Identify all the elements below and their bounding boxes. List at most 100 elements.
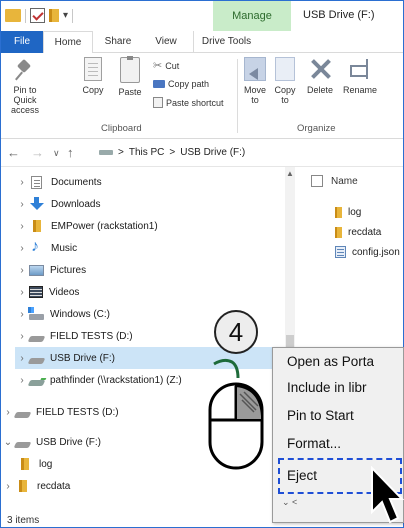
recent-locations-icon[interactable]: ∨ — [53, 148, 60, 159]
tab-file[interactable]: File — [1, 31, 43, 53]
chevron-right-icon[interactable]: › — [15, 331, 29, 342]
forward-arrow-icon[interactable]: → — [31, 145, 44, 160]
file-name: log — [348, 206, 362, 218]
chevron-right-icon[interactable]: › — [15, 265, 29, 276]
folder-icon — [5, 9, 21, 22]
breadcrumb-separator: > — [169, 147, 176, 158]
tab-home[interactable]: Home — [43, 31, 93, 54]
rename-button[interactable]: Rename — [341, 57, 379, 95]
nav-item-log[interactable]: log — [17, 453, 217, 475]
window-title: USB Drive (F:) — [303, 9, 375, 21]
delete-label: Delete — [306, 85, 333, 95]
folder-icon — [19, 480, 27, 492]
breadcrumb-usb-drive[interactable]: USB Drive (F:) — [180, 147, 245, 158]
copy-path-label: Copy path — [168, 79, 210, 89]
documents-icon — [31, 175, 42, 189]
nav-item-videos[interactable]: › Videos — [15, 281, 285, 303]
pin-to-quick-access-button[interactable]: Pin to Quick access — [3, 57, 47, 115]
paste-shortcut-label: Paste shortcut — [166, 97, 224, 108]
menu-item-pin-to-start[interactable]: Pin to Start — [287, 404, 354, 428]
chevron-right-icon[interactable]: › — [15, 375, 29, 386]
nav-item-music[interactable]: › Music — [15, 237, 285, 259]
nav-item-pictures[interactable]: › Pictures — [15, 259, 285, 281]
menu-item-format[interactable]: Format... — [287, 432, 341, 456]
toolbar-divider — [72, 8, 74, 23]
scissors-icon: ✂ — [153, 60, 163, 72]
chevron-right-icon[interactable]: › — [15, 243, 29, 254]
pin-to-quick-access-label: Pin to Quick access — [10, 85, 39, 115]
chevron-right-icon[interactable]: › — [15, 177, 29, 188]
tab-view[interactable]: View — [141, 31, 191, 53]
chevron-right-icon[interactable]: › — [1, 407, 15, 418]
nav-item-downloads[interactable]: › Downloads — [15, 193, 285, 215]
chevron-right-icon[interactable]: › — [15, 221, 29, 232]
scroll-up-icon[interactable]: ▲ — [285, 169, 295, 178]
customize-toolbar-dropdown-icon[interactable]: ▾ — [63, 10, 68, 21]
move-to-button[interactable]: Move to — [241, 57, 269, 105]
nav-item-recdata[interactable]: › recdata — [1, 475, 201, 497]
usb-drive-icon — [27, 357, 46, 364]
breadcrumb-this-pc[interactable]: This PC — [129, 147, 165, 158]
chevron-right-icon[interactable]: › — [1, 481, 15, 492]
back-arrow-icon[interactable]: ← — [7, 145, 20, 160]
delete-button[interactable]: Delete — [303, 57, 337, 95]
file-item-log[interactable]: log — [335, 203, 361, 221]
drive-icon — [13, 411, 32, 418]
copy-to-button[interactable]: Copy to — [271, 57, 299, 105]
properties-check-icon[interactable] — [30, 8, 45, 23]
copy-path-button[interactable]: Copy path — [153, 79, 209, 89]
nav-item-label: USB Drive (F:) — [36, 436, 101, 448]
chevron-right-icon[interactable]: › — [15, 287, 29, 298]
tab-share[interactable]: Share — [97, 31, 139, 53]
nav-item-label: recdata — [37, 480, 71, 492]
name-column-label: Name — [331, 175, 358, 187]
cut-button[interactable]: ✂ Cut — [153, 59, 179, 72]
file-item-recdata[interactable]: recdata — [335, 223, 381, 241]
nav-item-empower[interactable]: › EMPower (rackstation1) — [15, 215, 285, 237]
up-arrow-icon[interactable]: ↑ — [67, 145, 74, 160]
paste-shortcut-button[interactable]: Paste shortcut — [153, 97, 224, 108]
breadcrumb[interactable]: > This PC > USB Drive (F:) — [99, 147, 245, 158]
chevron-right-icon[interactable]: › — [15, 353, 29, 364]
nav-item-label: Pictures — [50, 264, 87, 276]
step-number-badge: 4 — [214, 310, 258, 354]
copy-button[interactable]: Copy — [79, 57, 107, 95]
new-folder-icon[interactable] — [49, 9, 59, 22]
copy-to-icon — [275, 57, 295, 81]
toolbar-divider — [25, 8, 26, 23]
breadcrumb-separator: > — [118, 147, 124, 158]
copy-to-label: Copy to — [274, 85, 296, 105]
copy-icon — [84, 57, 102, 81]
usb-drive-icon — [99, 150, 113, 155]
file-item-config-json[interactable]: config.json — [335, 243, 400, 261]
nav-item-label: Videos — [49, 286, 80, 298]
menu-item-include-in-library[interactable]: Include in libr — [287, 376, 367, 400]
manage-context-tab[interactable]: Manage — [213, 1, 291, 31]
downloads-icon — [29, 197, 45, 211]
tab-drive-tools[interactable]: Drive Tools — [193, 31, 259, 53]
nav-item-label: Downloads — [51, 198, 101, 210]
paste-button[interactable]: Paste — [115, 56, 145, 97]
paste-icon — [120, 56, 140, 83]
copy-path-icon — [153, 80, 165, 88]
folder-icon — [335, 206, 342, 218]
usb-drive-icon — [13, 441, 32, 448]
move-to-icon — [244, 57, 266, 81]
windows-drive-icon — [28, 306, 44, 320]
select-all-checkbox[interactable] — [311, 175, 323, 187]
quick-access-toolbar: ▾ — [5, 8, 74, 23]
name-column-header[interactable]: Name — [311, 175, 358, 187]
nav-item-label: Music — [51, 242, 78, 254]
nav-item-documents[interactable]: › Documents — [15, 171, 285, 193]
nav-item-label: USB Drive (F:) — [50, 352, 115, 364]
menu-item-open-as-portable[interactable]: Open as Porta — [287, 350, 374, 374]
chevron-down-icon[interactable]: ⌄ — [1, 437, 15, 448]
chevron-right-icon[interactable]: › — [15, 309, 29, 320]
pictures-icon — [29, 264, 44, 276]
horizontal-scroll-arrows[interactable]: ⌄ < — [282, 497, 297, 508]
nav-item-label: FIELD TESTS (D:) — [50, 330, 133, 342]
chevron-right-icon[interactable]: › — [15, 199, 29, 210]
videos-icon — [29, 286, 43, 298]
nav-item-label: log — [39, 458, 53, 470]
rename-label: Rename — [342, 85, 378, 95]
